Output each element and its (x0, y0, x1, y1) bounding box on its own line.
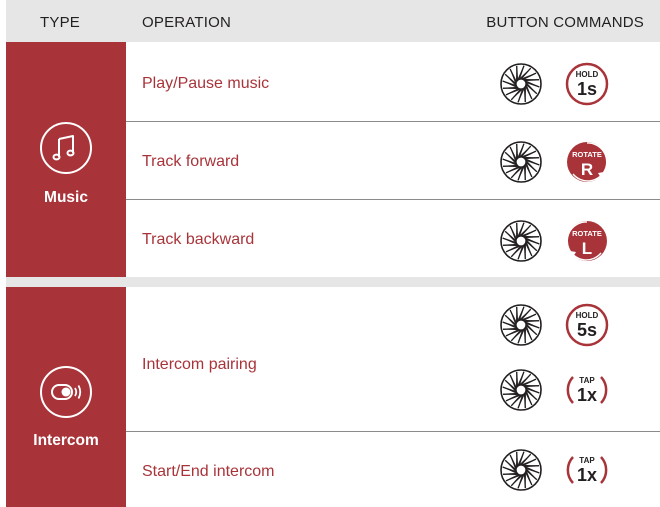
badge-top-text: ROTATE (572, 150, 602, 159)
jog-dial-icon (498, 61, 544, 107)
badge-main-text: 1x (577, 385, 597, 405)
jog-dial-icon (498, 302, 544, 348)
badge-main-text: L (582, 239, 592, 258)
tap-1x-badge: TAP 1x (566, 456, 608, 485)
row-divider (126, 431, 660, 432)
jog-dial-icon (498, 367, 544, 413)
row-divider (126, 199, 660, 200)
badge-main-text: 1x (577, 465, 597, 485)
hold-5s-badge: HOLD 5s (565, 303, 609, 347)
group-separator (6, 277, 660, 287)
badge-main-text: 5s (577, 320, 597, 340)
row-divider (126, 121, 660, 122)
hold-1s-badge: HOLD 1s (565, 62, 609, 106)
headset-signal-icon (40, 366, 92, 418)
type-cell-intercom: Intercom (6, 287, 126, 507)
header-operation: OPERATION (142, 14, 232, 31)
table-header: TYPE OPERATION BUTTON COMMANDS (6, 0, 660, 42)
header-type: TYPE (40, 14, 80, 31)
badge-main-text: 1s (577, 79, 597, 99)
badge-top-text: ROTATE (572, 229, 602, 238)
music-note-icon (40, 122, 92, 174)
operation-intercom-pairing: Intercom pairing (142, 356, 257, 373)
header-button-commands: BUTTON COMMANDS (486, 14, 644, 31)
rotate-left-badge: ROTATE L (566, 221, 607, 261)
type-label-intercom: Intercom (33, 432, 99, 449)
badge-top-text: HOLD (576, 311, 599, 320)
type-label-music: Music (44, 189, 88, 206)
jog-dial-icon (498, 139, 544, 185)
operation-play-pause-music: Play/Pause music (142, 75, 270, 92)
jog-dial-icon (498, 447, 544, 493)
jog-dial-icon (498, 218, 544, 264)
badge-main-text: R (581, 160, 593, 179)
type-cell-music: Music (6, 42, 126, 277)
operation-track-backward: Track backward (142, 231, 255, 248)
badge-top-text: HOLD (576, 70, 599, 79)
badge-top-text: TAP (579, 376, 595, 385)
tap-1x-badge: TAP 1x (566, 376, 608, 405)
rotate-right-badge: ROTATE R (567, 142, 608, 182)
badge-top-text: TAP (579, 456, 595, 465)
operation-track-forward: Track forward (142, 153, 240, 170)
operation-start-end-intercom: Start/End intercom (142, 463, 275, 480)
